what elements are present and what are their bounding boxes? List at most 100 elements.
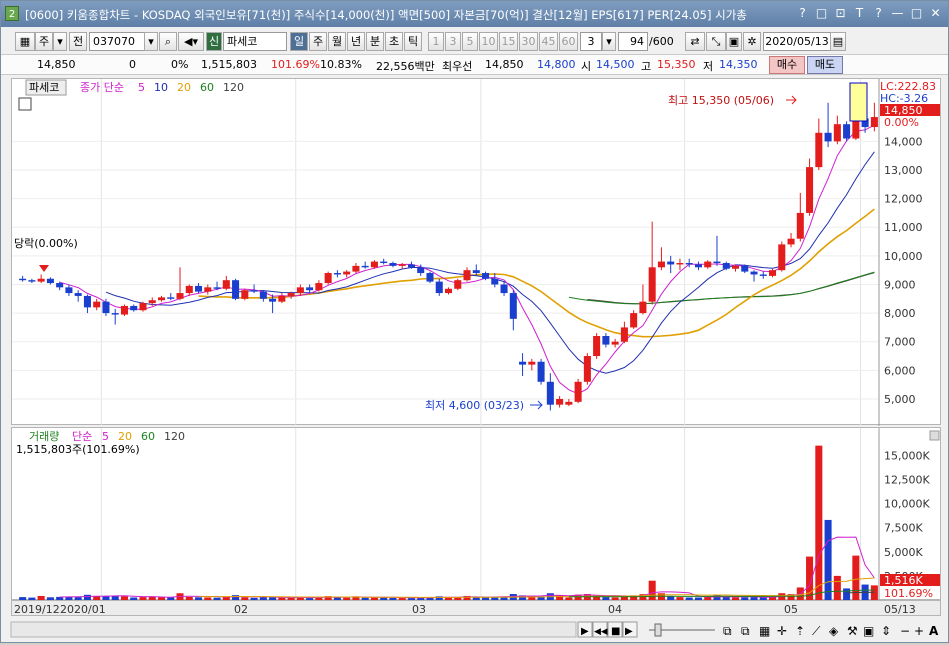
title-bar-button[interactable]: —	[889, 5, 906, 22]
volume-ma-period: 60	[141, 430, 155, 443]
title-bar-button[interactable]: ✕	[927, 5, 944, 22]
period-dropdown-icon[interactable]: ▾	[53, 32, 67, 51]
zoom-in-icon[interactable]: +	[914, 624, 924, 638]
minute-option-button[interactable]: 60	[559, 32, 578, 51]
candle-body	[593, 336, 601, 357]
time-axis: 2019/12 2020/01 02 03 04 05 05/13	[11, 600, 941, 616]
title-bar-button[interactable]: □	[908, 5, 925, 22]
speaker-icon[interactable]: ◀▾	[178, 32, 204, 51]
ma-legend-label: 종가 단순	[80, 81, 124, 94]
compare-icon[interactable]: ⇄	[685, 32, 705, 51]
grid-toggle-icon[interactable]	[18, 97, 32, 111]
time-axis-label: 03	[412, 603, 426, 616]
volume-ma-period: 20	[118, 430, 132, 443]
search-icon[interactable]: ⌕	[159, 32, 177, 51]
price-axis-tick: 11,000	[884, 221, 923, 234]
ma-legend-period: 60	[200, 81, 214, 94]
volume-axis-tick: 15,000K	[884, 449, 930, 462]
open-price: 14,500	[596, 58, 635, 71]
save-icon[interactable]: ▣	[726, 32, 742, 51]
layout-icon[interactable]: ▦	[15, 32, 35, 51]
crosshair-icon[interactable]: ✛	[777, 624, 787, 638]
copy-icon[interactable]: ⧉	[723, 624, 732, 638]
candle-body	[769, 270, 777, 276]
chart-toolbar: ▦ 주 ▾ 전 037070 ▾ ⌕ ◀▾ 신 파세코 일주월년분초틱 1351…	[1, 28, 948, 55]
rewind-icon[interactable]: ◀◀	[594, 627, 608, 637]
title-bar-button[interactable]: ?	[794, 5, 811, 22]
candle-body	[102, 301, 110, 314]
shape-icon[interactable]: ◈	[829, 624, 839, 638]
page-count-input[interactable]: 94	[618, 32, 648, 51]
stock-legend-label: 파세코	[29, 81, 59, 94]
line-tool-icon[interactable]: ⟋	[812, 624, 821, 638]
zoom-icon[interactable]: ⤡	[706, 32, 726, 51]
minute-option-button[interactable]: 10	[479, 32, 498, 51]
quote-volume: 1,515,803	[201, 58, 257, 71]
horizontal-scrollbar[interactable]	[10, 621, 577, 638]
forward-icon[interactable]: ▶	[625, 626, 633, 637]
stop-icon[interactable]: ■	[611, 626, 620, 637]
price-chart-svg[interactable]: 14,000 13,000 12,000 11,000 10,000 9,000 8,000…	[12, 79, 942, 426]
count-select[interactable]: 3	[580, 32, 602, 51]
date-input[interactable]: 2020/05/13	[763, 32, 831, 51]
candle-body	[630, 313, 638, 328]
candle-body	[56, 283, 64, 288]
candle-body	[583, 356, 591, 382]
play-icon[interactable]: ▶	[581, 626, 589, 637]
gear-icon[interactable]: ✲	[743, 32, 761, 51]
title-bar-button[interactable]: □	[813, 5, 830, 22]
minute-option-button[interactable]: 45	[539, 32, 558, 51]
moving-average-line-120	[587, 272, 875, 305]
volume-chart-panel[interactable]: 15,000K12,500K10,000K7,500K5,000K2,500K거…	[11, 427, 942, 601]
calendar-icon[interactable]: ▤	[830, 32, 846, 51]
code-dropdown-icon[interactable]: ▾	[144, 32, 158, 51]
interval-button[interactable]: 주	[309, 32, 327, 51]
window-icon[interactable]: ⧉	[741, 624, 750, 638]
interval-button[interactable]: 일	[290, 32, 308, 51]
candle-body	[315, 283, 323, 291]
title-bar-button[interactable]: ?	[870, 5, 887, 22]
print-icon[interactable]: ▣	[863, 624, 874, 638]
scale-icon[interactable]: ⇕	[881, 624, 891, 638]
minute-option-button[interactable]: 5	[462, 32, 478, 51]
candle-body	[435, 281, 443, 294]
candle-body	[648, 267, 656, 302]
prev-button[interactable]: 전	[69, 32, 87, 51]
tool-icon[interactable]: ⚒	[847, 624, 858, 638]
candle-body	[759, 274, 767, 276]
period-selector[interactable]: 주	[35, 32, 53, 51]
ma-legend-period: 120	[223, 81, 244, 94]
zoom-out-icon[interactable]: −	[900, 624, 910, 638]
interval-button[interactable]: 초	[385, 32, 403, 51]
stock-name-field: 파세코	[223, 32, 287, 51]
zoom-slider-thumb[interactable]	[654, 623, 662, 637]
minute-option-button[interactable]: 3	[445, 32, 461, 51]
candle-body	[426, 273, 434, 282]
price-chart-panel[interactable]: 14,000 13,000 12,000 11,000 10,000 9,000 8,000…	[11, 78, 942, 426]
candle-body	[324, 273, 332, 284]
volume-axis-tick: 10,000K	[884, 498, 930, 511]
font-size-icon[interactable]: A	[929, 624, 939, 638]
count-dropdown-icon[interactable]: ▾	[602, 32, 616, 51]
minute-option-button[interactable]: 15	[499, 32, 518, 51]
candle-body	[444, 288, 453, 294]
interval-button[interactable]: 월	[328, 32, 346, 51]
title-bar-button[interactable]: ⊡	[832, 5, 849, 22]
minute-option-button[interactable]: 30	[519, 32, 538, 51]
minute-option-button[interactable]: 1	[428, 32, 444, 51]
interval-button[interactable]: 틱	[404, 32, 422, 51]
quote-bar: 14,850 0 0% 1,515,803 101.69% 10.83% 22,…	[1, 55, 948, 75]
title-bar-button[interactable]: T	[851, 5, 868, 22]
buy-button[interactable]: 매수	[769, 56, 805, 74]
pin-icon[interactable]: ⇡	[795, 624, 805, 638]
quote-price: 14,850	[37, 58, 76, 71]
interval-button[interactable]: 년	[347, 32, 365, 51]
sell-button[interactable]: 매도	[807, 56, 843, 74]
interval-button[interactable]: 분	[366, 32, 384, 51]
candle-body	[500, 284, 508, 294]
grid-icon[interactable]: ▦	[759, 624, 770, 638]
volume-chart-svg[interactable]: 15,000K12,500K10,000K7,500K5,000K2,500K거…	[12, 428, 942, 601]
ma-legend-period: 5	[138, 81, 145, 94]
stock-code-input[interactable]: 037070	[89, 32, 145, 51]
panel-collapse-icon[interactable]	[929, 430, 940, 441]
